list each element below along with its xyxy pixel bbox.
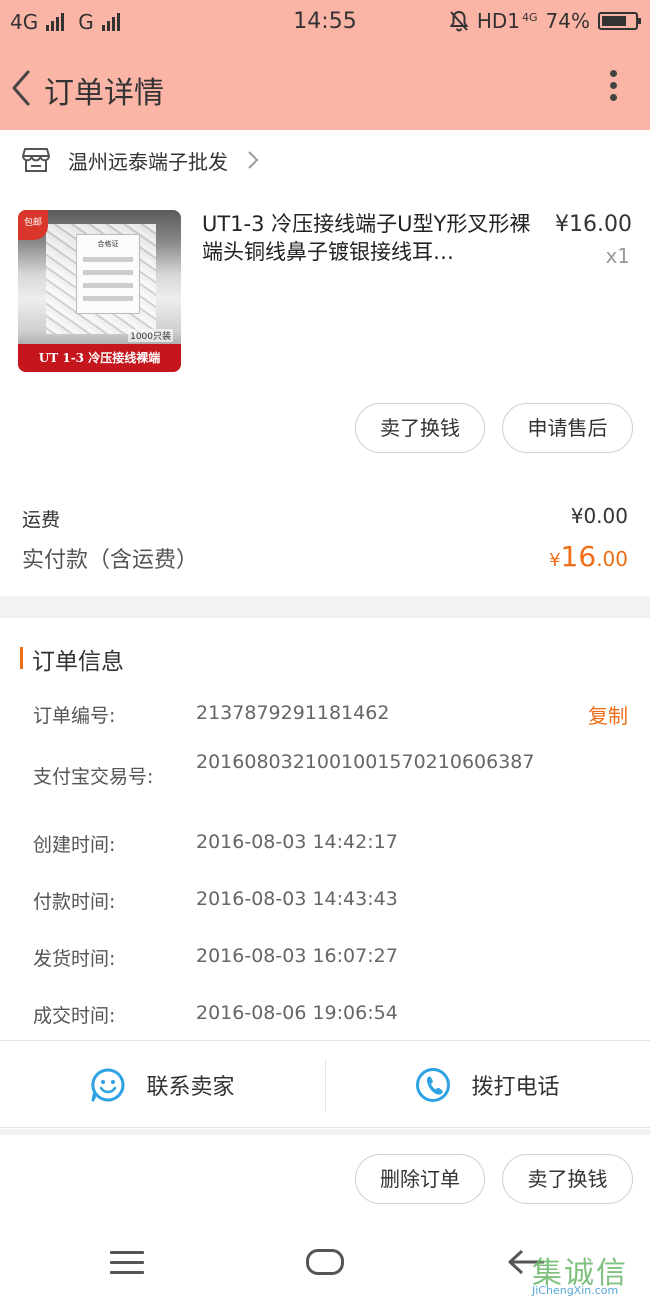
watermark-logo: 集诚信 JiChengXin.com bbox=[532, 1248, 650, 1300]
menu-icon[interactable] bbox=[110, 1251, 144, 1275]
title-bar: 订单详情 bbox=[0, 44, 650, 130]
sell-for-cash-button-bottom[interactable]: 卖了换钱 bbox=[502, 1154, 633, 1204]
certificate-title: 合格证 bbox=[97, 240, 119, 248]
more-options-icon[interactable] bbox=[606, 70, 620, 106]
section-accent-bar bbox=[20, 647, 23, 669]
chat-smile-icon bbox=[91, 1068, 125, 1102]
info-label: 订单编号: bbox=[33, 705, 116, 727]
contact-seller-label: 联系卖家 bbox=[146, 1075, 235, 1100]
product-price: ¥16.00 bbox=[555, 212, 632, 237]
shipping-value: ¥0.00 bbox=[570, 504, 628, 528]
shop-link[interactable]: 温州远泰端子批发 bbox=[0, 130, 650, 190]
free-shipping-badge: 包邮 bbox=[18, 210, 48, 240]
product-banner: UT 1-3 冷压接线裸端 bbox=[18, 344, 181, 372]
contact-bar: 联系卖家 拨打电话 bbox=[0, 1040, 650, 1128]
info-label: 支付宝交易号: bbox=[33, 766, 154, 788]
shop-name: 温州远泰端子批发 bbox=[68, 149, 228, 174]
total-integer: 16 bbox=[560, 540, 597, 573]
store-icon bbox=[22, 148, 50, 172]
apply-after-sale-button[interactable]: 申请售后 bbox=[502, 403, 633, 453]
copy-order-number-button[interactable]: 复制 bbox=[588, 700, 628, 729]
order-info-title: 订单信息 bbox=[32, 649, 124, 675]
status-bar: 4G G 14:55 HD1 4G 74% bbox=[0, 0, 650, 44]
info-label: 发货时间: bbox=[33, 948, 116, 970]
watermark-en: JiChengXin.com bbox=[532, 1284, 619, 1297]
delete-order-button[interactable]: 删除订单 bbox=[355, 1154, 485, 1204]
lte-label: 4G bbox=[522, 10, 538, 24]
product-quantity: x1 bbox=[605, 244, 630, 268]
info-label: 创建时间: bbox=[33, 834, 116, 856]
chevron-right-icon bbox=[248, 151, 259, 169]
total-paid-label: 实付款（含运费） bbox=[22, 548, 199, 573]
section-divider-2 bbox=[0, 1129, 650, 1135]
contact-seller-button[interactable]: 联系卖家 bbox=[0, 1041, 325, 1129]
product-item[interactable]: 合格证 包邮 1000只装 UT 1-3 冷压接线裸端 UT1-3 冷压接线端子… bbox=[0, 200, 650, 390]
battery-percent: 74% bbox=[545, 9, 590, 33]
phone-icon bbox=[416, 1068, 451, 1102]
total-decimal: .00 bbox=[596, 547, 628, 571]
call-phone-button[interactable]: 拨打电话 bbox=[325, 1041, 650, 1129]
page-title: 订单详情 bbox=[44, 76, 164, 111]
shipping-label: 运费 bbox=[22, 509, 61, 531]
back-arrow-icon[interactable] bbox=[6, 66, 36, 110]
home-icon[interactable] bbox=[306, 1249, 344, 1275]
product-title[interactable]: UT1-3 冷压接线端子U型Y形叉形裸端头铜线鼻子镀银接线耳… bbox=[202, 210, 532, 266]
created-time-value: 2016-08-03 14:42:17 bbox=[196, 831, 398, 853]
shipped-time-value: 2016-08-03 16:07:27 bbox=[196, 945, 398, 967]
call-phone-label: 拨打电话 bbox=[471, 1075, 560, 1100]
sell-for-cash-button[interactable]: 卖了换钱 bbox=[355, 403, 485, 453]
section-divider bbox=[0, 596, 650, 618]
info-label: 成交时间: bbox=[33, 1005, 116, 1027]
paid-time-value: 2016-08-03 14:43:43 bbox=[196, 888, 398, 910]
hd-label: HD1 bbox=[476, 9, 521, 33]
alipay-trade-value[interactable]: 2016080321001001570210606387 bbox=[196, 750, 546, 774]
info-label: 付款时间: bbox=[33, 891, 116, 913]
order-number-value[interactable]: 2137879291181462 bbox=[196, 701, 546, 725]
bell-muted-icon bbox=[449, 10, 469, 32]
battery-icon bbox=[598, 12, 641, 30]
completed-time-value: 2016-08-06 19:06:54 bbox=[196, 1002, 398, 1024]
total-paid-value: ¥16.00 bbox=[549, 540, 628, 573]
certificate-card: 合格证 bbox=[76, 234, 140, 314]
pack-size-label: 1000只装 bbox=[128, 329, 173, 342]
total-currency: ¥ bbox=[549, 550, 561, 571]
product-thumbnail[interactable]: 合格证 包邮 1000只装 UT 1-3 冷压接线裸端 bbox=[18, 210, 181, 372]
